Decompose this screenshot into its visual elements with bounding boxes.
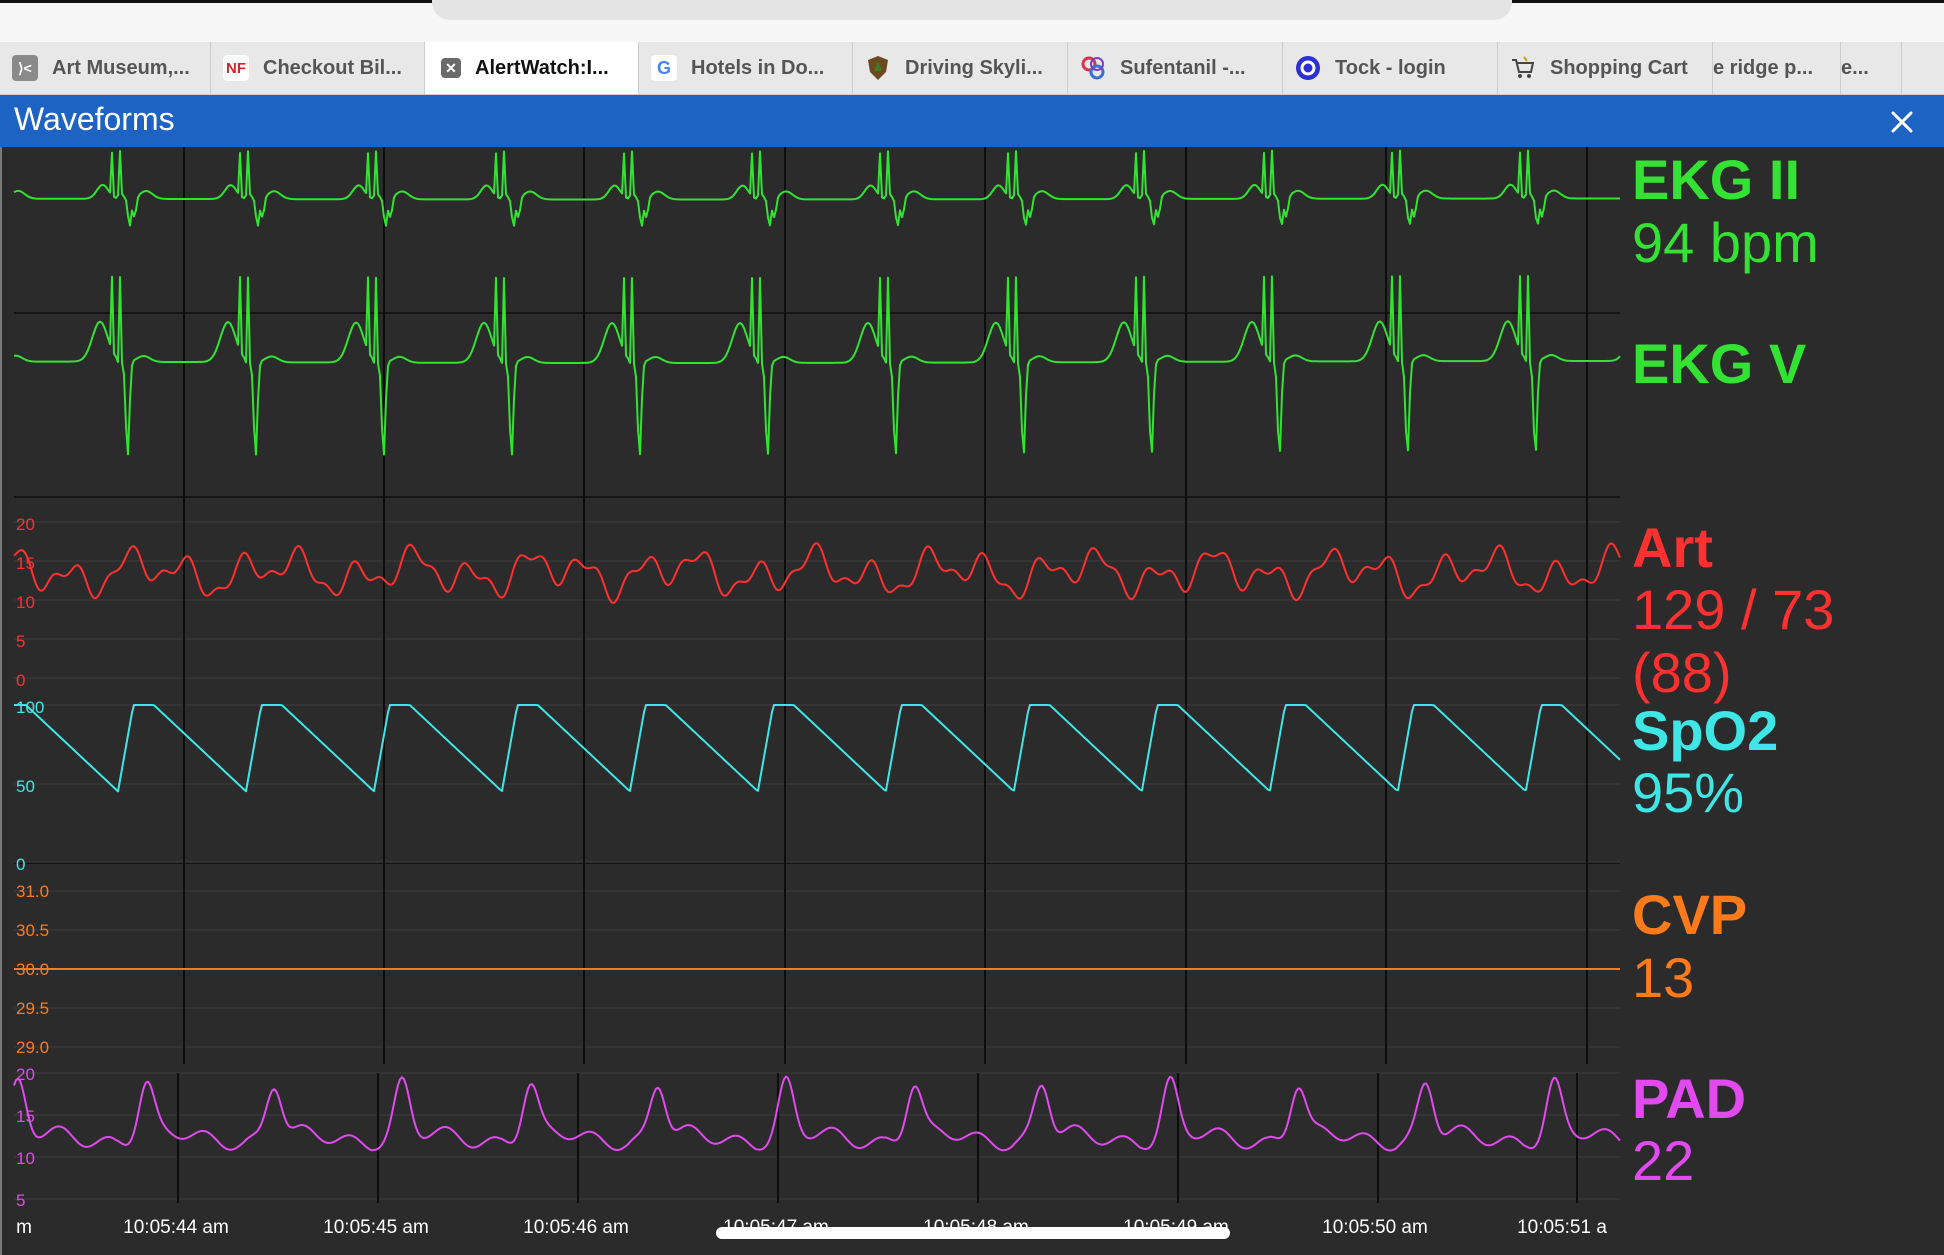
google-icon: G (651, 55, 677, 81)
tab-title: Driving Skyli... (905, 56, 1043, 79)
tab-title: Hotels in Do... (691, 56, 825, 79)
tab-tock[interactable]: Tock - login (1283, 42, 1498, 94)
nf-icon: NF (223, 55, 249, 81)
art-axis-label: 15 (16, 554, 35, 573)
knot-icon (1080, 55, 1106, 81)
tab-overflow[interactable]: e... (1841, 42, 1902, 94)
tab-shopping-cart[interactable]: Shopping Cart (1498, 42, 1713, 94)
spo2-axis-label: 50 (16, 777, 35, 796)
pad-axis-label: 10 (16, 1149, 35, 1168)
waveform-display: 20 15 10 5 0 100 50 0 31.0 30.5 30.0 29.… (0, 147, 1944, 1255)
art-axis-label: 20 (16, 515, 35, 534)
tab-checkout[interactable]: NF Checkout Bil... (211, 42, 425, 94)
art-pressure-value: 129 / 73 (1632, 578, 1834, 641)
shield-icon (865, 55, 891, 81)
art-axis-label: 5 (16, 632, 25, 651)
art-label: Art (1632, 516, 1713, 579)
tab-title: Sufentanil -... (1120, 56, 1246, 79)
cart-icon (1510, 55, 1536, 81)
tab-art-museum[interactable]: ⟩< Art Museum,... (0, 42, 211, 94)
pad-axis-label: 20 (16, 1065, 35, 1084)
time-label: 10:05:51 a (1517, 1217, 1607, 1238)
time-label: 10:05:46 am (523, 1217, 629, 1238)
address-bar[interactable] (432, 0, 1512, 20)
art-axis-label: 0 (16, 671, 25, 690)
time-label: 10:05:44 am (123, 1217, 229, 1238)
waveforms-header: Waveforms (0, 95, 1944, 147)
art-axis-label: 10 (16, 593, 35, 612)
pad-axis-label: 15 (16, 1107, 35, 1126)
tab-bar: ⟩< Art Museum,... NF Checkout Bil... ✕ A… (0, 42, 1944, 95)
spo2-value: 95% (1632, 761, 1744, 824)
tab-title: Checkout Bil... (263, 56, 402, 79)
tab-title: Tock - login (1335, 56, 1446, 79)
time-label: m (16, 1217, 32, 1238)
tock-icon (1295, 55, 1321, 81)
tab-bar-end (1902, 42, 1944, 94)
tab-driving-skyline[interactable]: Driving Skyli... (853, 42, 1068, 94)
cvp-axis-label: 31.0 (16, 882, 49, 901)
tab-hotels[interactable]: G Hotels in Do... (639, 42, 853, 94)
tab-title: Shopping Cart (1550, 56, 1688, 79)
ekg-ii-label: EKG II (1632, 148, 1800, 211)
tab-sufentanil[interactable]: Sufentanil -... (1068, 42, 1283, 94)
cvp-axis-label: 30.0 (16, 960, 49, 979)
pad-value: 22 (1632, 1129, 1694, 1192)
tab-title: Art Museum,... (52, 56, 190, 79)
ekg-v-label: EKG V (1632, 332, 1806, 395)
pad-axis-label: 5 (16, 1191, 25, 1210)
tab-ridge[interactable]: e ridge p... (1713, 42, 1841, 94)
cvp-axis-label: 29.0 (16, 1038, 49, 1057)
time-label: 10:05:50 am (1322, 1217, 1428, 1238)
scroll-handle[interactable] (716, 1227, 1230, 1239)
cvp-label: CVP (1632, 883, 1747, 946)
tab-alertwatch[interactable]: ✕ AlertWatch:I... (425, 42, 639, 94)
spo2-axis-label: 0 (16, 855, 25, 874)
tab-title: AlertWatch:I... (475, 56, 609, 79)
close-icon[interactable] (1884, 104, 1920, 140)
pad-label: PAD (1632, 1067, 1746, 1130)
spo2-axis-label: 100 (16, 698, 44, 717)
art-mean-value: (88) (1632, 641, 1732, 704)
page-title: Waveforms (14, 101, 175, 137)
time-label: 10:05:45 am (323, 1217, 429, 1238)
spo2-label: SpO2 (1632, 699, 1778, 762)
close-tab-icon[interactable]: ✕ (441, 58, 461, 78)
cvp-axis-label: 29.5 (16, 999, 49, 1018)
tab-title: e... (1841, 56, 1869, 79)
tab-title: e ridge p... (1713, 56, 1814, 79)
cvp-axis-label: 30.5 (16, 921, 49, 940)
cvp-value: 13 (1632, 946, 1694, 1009)
heart-rate-value: 94 bpm (1632, 211, 1819, 274)
museum-icon: ⟩< (12, 55, 38, 81)
